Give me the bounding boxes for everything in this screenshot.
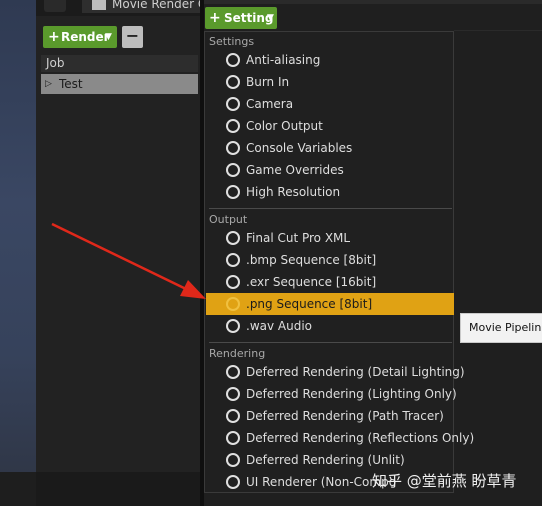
- menu-item-label: Console Variables: [246, 141, 353, 155]
- menu-separator: [209, 208, 452, 209]
- menu-item-deferred-reflections-only[interactable]: Deferred Rendering (Reflections Only): [206, 427, 474, 449]
- setting-button[interactable]: + Setting ▼: [205, 7, 277, 29]
- menu-item-deferred-lighting-only[interactable]: Deferred Rendering (Lighting Only): [206, 383, 457, 405]
- radio-icon: [226, 163, 240, 177]
- menu-item-label: Anti-aliasing: [246, 53, 321, 67]
- menu-item-high-resolution[interactable]: High Resolution: [206, 181, 454, 203]
- radio-icon: [226, 53, 240, 67]
- job-panel-footer: [36, 472, 200, 506]
- radio-icon: [226, 365, 240, 379]
- menu-item-label: Deferred Rendering (Reflections Only): [246, 431, 475, 445]
- section-rendering-title: Rendering: [209, 347, 266, 360]
- viewport-background: [0, 0, 36, 506]
- viewport-bottom-bar: [0, 472, 36, 506]
- section-settings-title: Settings: [209, 35, 255, 48]
- radio-icon: [226, 75, 240, 89]
- watermark: 知乎 @堂前燕 盼草青: [372, 472, 517, 490]
- radio-icon: [226, 387, 240, 401]
- menu-item-label: Color Output: [246, 119, 323, 133]
- radio-icon: [226, 319, 240, 333]
- menu-item-console-variables[interactable]: Console Variables: [206, 137, 454, 159]
- clapperboard-icon: [92, 0, 106, 10]
- radio-icon: [226, 275, 240, 289]
- plus-icon: +: [209, 10, 221, 26]
- radio-icon: [226, 253, 240, 267]
- job-column-header: Job: [41, 55, 198, 72]
- menu-item-color-output[interactable]: Color Output: [206, 115, 454, 137]
- tab-movie-render-queue[interactable]: Movie Render Q: [82, 0, 202, 13]
- menu-item-label: .png Sequence [8bit]: [246, 297, 373, 311]
- menu-item-anti-aliasing[interactable]: Anti-aliasing: [206, 49, 454, 71]
- menu-item-label: Deferred Rendering (Path Tracer): [246, 409, 444, 423]
- radio-icon: [226, 409, 240, 423]
- radio-icon: [226, 141, 240, 155]
- chevron-down-icon: ▼: [267, 13, 274, 23]
- menu-item-png-sequence[interactable]: .png Sequence [8bit]: [206, 293, 454, 315]
- settings-panel-divider: [454, 30, 542, 31]
- settings-panel-top: [204, 0, 542, 4]
- expand-triangle-icon[interactable]: ▷: [45, 74, 52, 94]
- radio-icon: [226, 97, 240, 111]
- job-row[interactable]: ▷ Test: [41, 74, 198, 94]
- menu-item-label: Camera: [246, 97, 294, 111]
- menu-item-deferred-path-tracer[interactable]: Deferred Rendering (Path Tracer): [206, 405, 454, 427]
- radio-icon: [226, 297, 240, 311]
- setting-dropdown-menu: Settings Anti-aliasing Burn In Camera Co…: [204, 31, 474, 493]
- radio-icon: [226, 231, 240, 245]
- plus-icon: +: [48, 29, 60, 45]
- render-button-label: Render: [61, 30, 110, 44]
- menu-item-wav-audio[interactable]: .wav Audio: [206, 315, 454, 337]
- menu-item-exr-sequence[interactable]: .exr Sequence [16bit]: [206, 271, 454, 293]
- menu-item-deferred-unlit[interactable]: Deferred Rendering (Unlit): [206, 449, 454, 471]
- menu-item-label: Burn In: [246, 75, 290, 89]
- menu-item-deferred-detail-lighting[interactable]: Deferred Rendering (Detail Lighting): [206, 361, 465, 383]
- menu-separator: [209, 342, 452, 343]
- chevron-down-icon: ▼: [105, 32, 112, 42]
- menu-item-label: .wav Audio: [246, 319, 313, 333]
- menu-item-label: Deferred Rendering (Unlit): [246, 453, 405, 467]
- menu-item-camera[interactable]: Camera: [206, 93, 454, 115]
- render-button[interactable]: + Render ▼: [43, 26, 117, 48]
- tab-menu-button[interactable]: [44, 0, 66, 12]
- section-output-title: Output: [209, 213, 248, 226]
- menu-item-game-overrides[interactable]: Game Overrides: [206, 159, 454, 181]
- tab-label: Movie Render Q: [112, 0, 202, 11]
- menu-item-label: Game Overrides: [246, 163, 344, 177]
- menu-item-bmp-sequence[interactable]: .bmp Sequence [8bit]: [206, 249, 454, 271]
- radio-icon: [226, 119, 240, 133]
- radio-icon: [226, 185, 240, 199]
- radio-icon: [226, 453, 240, 467]
- menu-item-label: Final Cut Pro XML: [246, 231, 351, 245]
- menu-item-label: .exr Sequence [16bit]: [246, 275, 377, 289]
- job-name: Test: [59, 77, 83, 91]
- menu-item-label: High Resolution: [246, 185, 341, 199]
- menu-item-label: Deferred Rendering (Lighting Only): [246, 387, 457, 401]
- menu-item-label: .bmp Sequence [8bit]: [246, 253, 377, 267]
- menu-item-burn-in[interactable]: Burn In: [206, 71, 454, 93]
- radio-icon: [226, 475, 240, 489]
- radio-icon: [226, 431, 240, 445]
- menu-item-label: Deferred Rendering (Detail Lighting): [246, 365, 465, 379]
- tooltip: Movie Pipeline: [460, 313, 542, 343]
- remove-job-button[interactable]: −: [122, 26, 143, 48]
- menu-item-final-cut-pro-xml[interactable]: Final Cut Pro XML: [206, 227, 454, 249]
